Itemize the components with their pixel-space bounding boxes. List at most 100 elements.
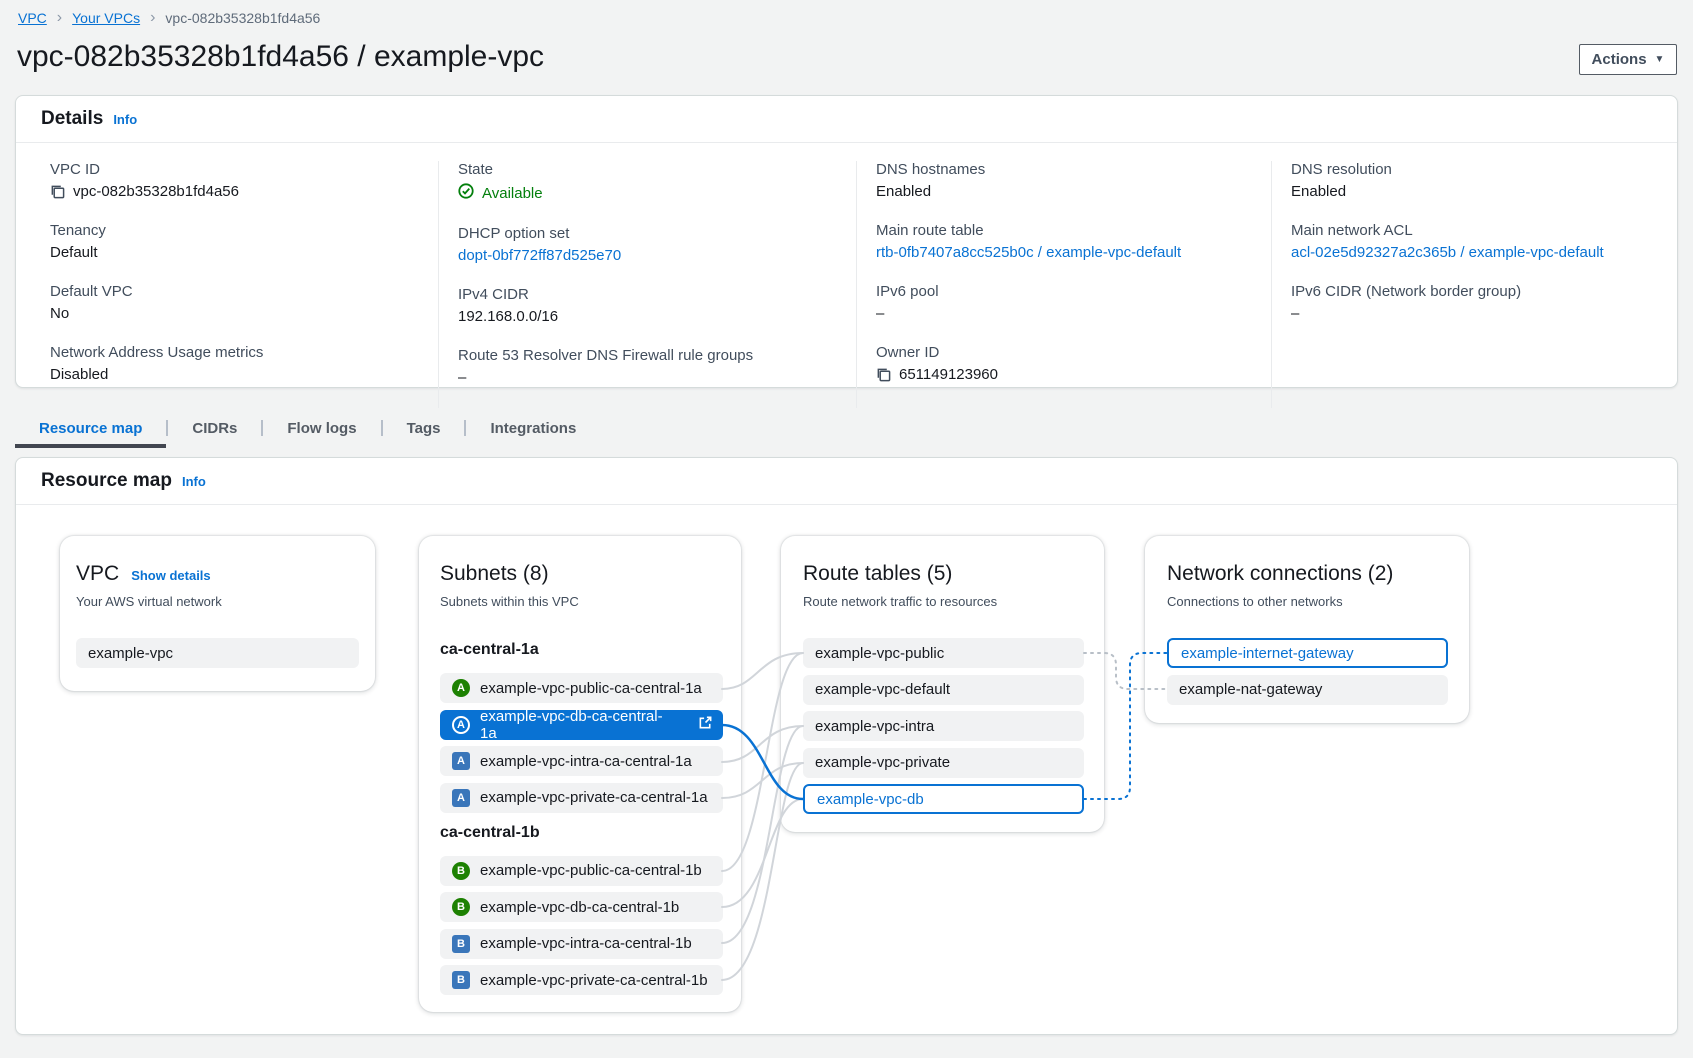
resource-map-title: Resource map xyxy=(41,470,172,492)
copy-icon[interactable] xyxy=(876,367,891,382)
external-link-icon[interactable] xyxy=(698,715,713,734)
subnet-item-intra-1a[interactable]: A example-vpc-intra-ca-central-1a xyxy=(440,746,723,776)
subnets-card-title: Subnets (8) xyxy=(440,561,549,587)
subnets-card-subtitle: Subnets within this VPC xyxy=(440,593,723,610)
tab-integrations[interactable]: Integrations xyxy=(466,412,600,448)
field-vpc-id: VPC ID vpc-082b35328b1fd4a56 xyxy=(50,161,438,200)
vpc-show-details-link[interactable]: Show details xyxy=(131,568,210,583)
private-subnet-icon: A xyxy=(452,752,470,770)
vpc-card-title: VPC xyxy=(76,561,119,587)
details-header: Details Info xyxy=(16,96,1677,143)
field-dns-resolution: DNS resolution Enabled xyxy=(1291,161,1679,200)
subnet-item-intra-1b[interactable]: B example-vpc-intra-ca-central-1b xyxy=(440,929,723,959)
details-title: Details xyxy=(41,108,103,130)
main-route-table-link[interactable]: rtb-0fb7407a8cc525b0c / example-vpc-defa… xyxy=(876,244,1271,261)
tab-bar: Resource map CIDRs Flow logs Tags Integr… xyxy=(15,412,600,448)
route-table-item-default[interactable]: example-vpc-default xyxy=(803,675,1084,705)
connection-item-internet-gateway-highlighted[interactable]: example-internet-gateway xyxy=(1167,638,1448,668)
tab-flow-logs[interactable]: Flow logs xyxy=(263,412,380,448)
ipv6-pool-value: – xyxy=(876,305,1271,322)
subnet-item-public-1a[interactable]: A example-vpc-public-ca-central-1a xyxy=(440,673,723,703)
tenancy-value: Default xyxy=(50,244,438,261)
default-vpc-value: No xyxy=(50,305,438,322)
connection-item-nat-gateway[interactable]: example-nat-gateway xyxy=(1167,675,1448,705)
subnet-item-public-1b[interactable]: B example-vpc-public-ca-central-1b xyxy=(440,856,723,886)
public-subnet-icon: B xyxy=(452,898,470,916)
route-table-item-private[interactable]: example-vpc-private xyxy=(803,748,1084,778)
dhcp-option-set-link[interactable]: dopt-0bf772ff87d525e70 xyxy=(458,247,856,264)
field-state: State Available xyxy=(458,161,856,203)
field-nau-metrics: Network Address Usage metrics Disabled xyxy=(50,344,438,383)
breadcrumb-link-your-vpcs[interactable]: Your VPCs xyxy=(72,10,140,26)
details-panel: Details Info VPC ID vpc-082b35328b1fd4a5… xyxy=(15,95,1678,388)
private-subnet-icon: B xyxy=(452,935,470,953)
main-network-acl-link[interactable]: acl-02e5d92327a2c365b / example-vpc-defa… xyxy=(1291,244,1679,261)
actions-button-label: Actions xyxy=(1592,51,1647,68)
vpc-id-value: vpc-082b35328b1fd4a56 xyxy=(73,183,239,200)
dns-resolution-value: Enabled xyxy=(1291,183,1679,200)
field-dns-hostnames: DNS hostnames Enabled xyxy=(876,161,1271,200)
route-tables-card: Route tables (5) Route network traffic t… xyxy=(781,536,1104,832)
public-subnet-icon: B xyxy=(452,862,470,880)
details-column-1: VPC ID vpc-082b35328b1fd4a56 Tenancy Def… xyxy=(16,161,438,408)
breadcrumb-current: vpc-082b35328b1fd4a56 xyxy=(165,10,320,26)
subnet-item-db-1a-selected[interactable]: A example-vpc-db-ca-central-1a xyxy=(440,710,723,740)
subnet-item-private-1b[interactable]: B example-vpc-private-ca-central-1b xyxy=(440,965,723,995)
subnet-item-db-1b[interactable]: B example-vpc-db-ca-central-1b xyxy=(440,892,723,922)
vpc-card-subtitle: Your AWS virtual network xyxy=(76,593,359,610)
actions-button[interactable]: Actions ▼ xyxy=(1579,44,1677,75)
details-grid: VPC ID vpc-082b35328b1fd4a56 Tenancy Def… xyxy=(16,143,1677,408)
field-ipv4-cidr: IPv4 CIDR 192.168.0.0/16 xyxy=(458,286,856,325)
chevron-down-icon: ▼ xyxy=(1655,55,1665,65)
tab-cidrs[interactable]: CIDRs xyxy=(168,412,261,448)
subnet-item-private-1a[interactable]: A example-vpc-private-ca-central-1a xyxy=(440,783,723,813)
details-info-link[interactable]: Info xyxy=(113,112,137,127)
dns-hostnames-value: Enabled xyxy=(876,183,1271,200)
az-group-header-ca-central-1a: ca-central-1a xyxy=(440,640,723,660)
private-subnet-icon: A xyxy=(452,789,470,807)
page-title: vpc-082b35328b1fd4a56 / example-vpc xyxy=(17,40,544,74)
field-route53-firewall: Route 53 Resolver DNS Firewall rule grou… xyxy=(458,347,856,386)
vpc-item-example-vpc[interactable]: example-vpc xyxy=(76,638,359,668)
field-ipv6-pool: IPv6 pool – xyxy=(876,283,1271,322)
subnets-card: Subnets (8) Subnets within this VPC ca-c… xyxy=(419,536,741,1012)
route-table-item-intra[interactable]: example-vpc-intra xyxy=(803,711,1084,741)
field-main-route-table: Main route table rtb-0fb7407a8cc525b0c /… xyxy=(876,222,1271,261)
route53-firewall-value: – xyxy=(458,369,856,386)
selected-subnet-icon: A xyxy=(452,716,470,734)
breadcrumb-link-vpc[interactable]: VPC xyxy=(18,10,47,26)
field-owner-id: Owner ID 651149123960 xyxy=(876,344,1271,383)
tab-tags[interactable]: Tags xyxy=(383,412,465,448)
state-value: Available xyxy=(482,185,543,202)
ipv6-cidr-value: – xyxy=(1291,305,1679,322)
breadcrumb-separator-icon: › xyxy=(57,11,62,25)
field-default-vpc: Default VPC No xyxy=(50,283,438,322)
field-dhcp-option-set: DHCP option set dopt-0bf772ff87d525e70 xyxy=(458,225,856,264)
route-table-item-db-highlighted[interactable]: example-vpc-db xyxy=(803,784,1084,814)
breadcrumb: VPC › Your VPCs › vpc-082b35328b1fd4a56 xyxy=(18,10,320,26)
nau-metrics-value: Disabled xyxy=(50,366,438,383)
az-group-header-ca-central-1b: ca-central-1b xyxy=(440,823,723,843)
network-connections-card-subtitle: Connections to other networks xyxy=(1167,593,1448,610)
route-tables-card-title: Route tables (5) xyxy=(803,561,952,587)
route-table-item-public[interactable]: example-vpc-public xyxy=(803,638,1084,668)
resource-map-header: Resource map Info xyxy=(16,458,1677,505)
details-column-3: DNS hostnames Enabled Main route table r… xyxy=(856,161,1271,408)
field-ipv6-cidr: IPv6 CIDR (Network border group) – xyxy=(1291,283,1679,322)
ipv4-cidr-value: 192.168.0.0/16 xyxy=(458,308,856,325)
network-connections-card-title: Network connections (2) xyxy=(1167,561,1393,587)
tab-resource-map[interactable]: Resource map xyxy=(15,412,166,448)
resource-map-info-link[interactable]: Info xyxy=(182,474,206,489)
network-connections-card: Network connections (2) Connections to o… xyxy=(1145,536,1469,723)
private-subnet-icon: B xyxy=(452,971,470,989)
field-main-network-acl: Main network ACL acl-02e5d92327a2c365b /… xyxy=(1291,222,1679,261)
copy-icon[interactable] xyxy=(50,184,65,199)
route-tables-card-subtitle: Route network traffic to resources xyxy=(803,593,1084,610)
status-available-icon xyxy=(458,183,474,203)
breadcrumb-separator-icon: › xyxy=(150,11,155,25)
vpc-card: VPC Show details Your AWS virtual networ… xyxy=(60,536,375,691)
field-tenancy: Tenancy Default xyxy=(50,222,438,261)
public-subnet-icon: A xyxy=(452,679,470,697)
owner-id-value: 651149123960 xyxy=(899,366,998,383)
details-column-2: State Available DHCP option set dopt-0bf… xyxy=(438,161,856,408)
